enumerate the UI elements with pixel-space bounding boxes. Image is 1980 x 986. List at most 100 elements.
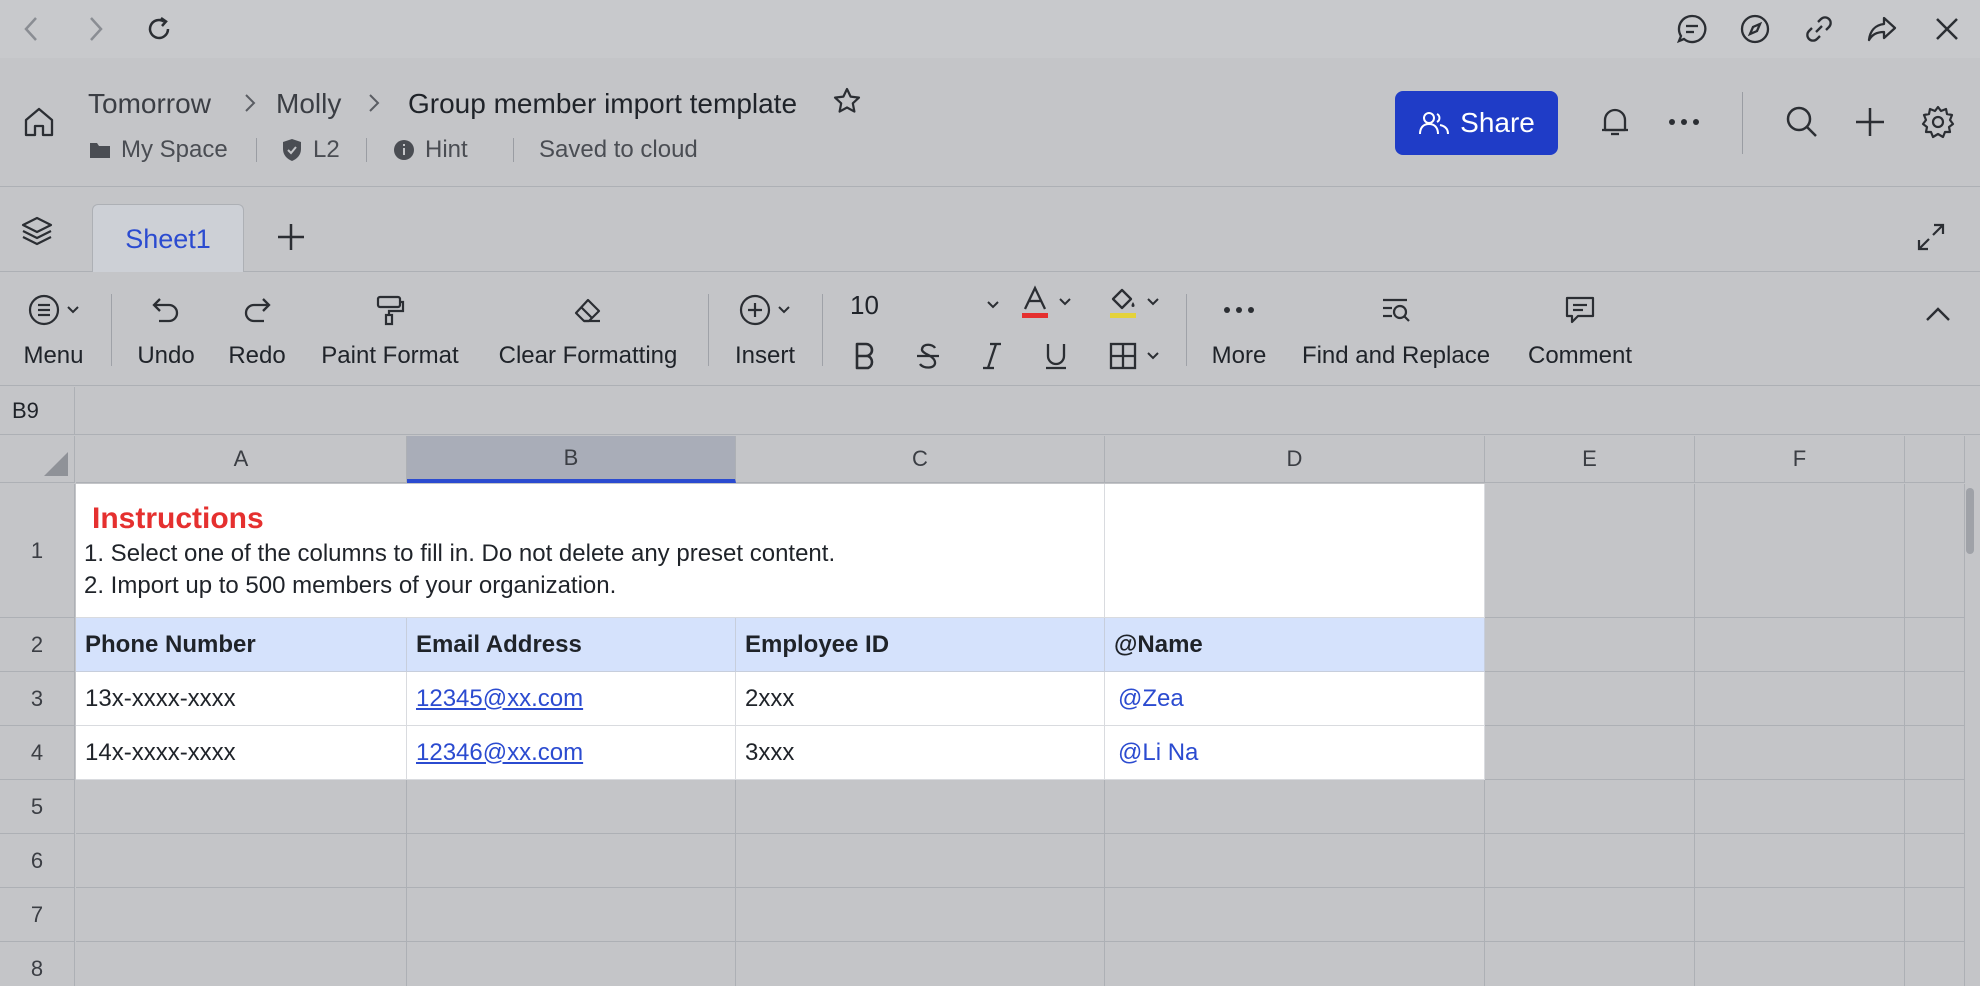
- cell-d5[interactable]: [1105, 780, 1485, 834]
- search-button[interactable]: [1782, 102, 1822, 142]
- cell-reference[interactable]: B9: [0, 387, 75, 434]
- fill-color-button[interactable]: [1100, 282, 1168, 322]
- text-color-button[interactable]: [1014, 282, 1078, 322]
- cell-g7[interactable]: [1905, 888, 1965, 942]
- row-header-5[interactable]: 5: [0, 780, 75, 834]
- location-my-space[interactable]: My Space: [89, 136, 228, 164]
- cell-a7[interactable]: [76, 888, 407, 942]
- cell-b6[interactable]: [407, 834, 736, 888]
- cell-f5[interactable]: [1695, 780, 1905, 834]
- font-size-select[interactable]: 10: [850, 286, 1000, 324]
- cell-e6[interactable]: [1485, 834, 1695, 888]
- row-header-4[interactable]: 4: [0, 726, 75, 780]
- cell-email[interactable]: 12345@xx.com: [407, 672, 736, 726]
- header-employee-id[interactable]: Employee ID: [736, 618, 1105, 672]
- vertical-scrollbar[interactable]: [1966, 488, 1974, 554]
- cell-e2[interactable]: [1485, 618, 1695, 672]
- share-button[interactable]: Share: [1395, 91, 1558, 155]
- cell-f6[interactable]: [1695, 834, 1905, 888]
- comment-button[interactable]: Comment: [1520, 272, 1640, 386]
- cell-g3[interactable]: [1905, 672, 1965, 726]
- borders-button[interactable]: [1100, 336, 1168, 376]
- column-header-e[interactable]: E: [1485, 436, 1695, 483]
- new-button[interactable]: [1850, 102, 1890, 142]
- cell-f2[interactable]: [1695, 618, 1905, 672]
- more-options-button[interactable]: [1664, 102, 1704, 142]
- underline-button[interactable]: [1036, 336, 1076, 376]
- email-link[interactable]: 12345@xx.com: [416, 685, 583, 713]
- forward-button[interactable]: [76, 10, 114, 48]
- copy-link-button[interactable]: [1800, 10, 1838, 48]
- favorite-button[interactable]: [828, 82, 866, 120]
- cell-b7[interactable]: [407, 888, 736, 942]
- hint-info[interactable]: Hint: [393, 136, 468, 164]
- explore-button[interactable]: [1736, 10, 1774, 48]
- collapse-toolbar-button[interactable]: [1920, 296, 1956, 332]
- find-replace-button[interactable]: Find and Replace: [1296, 272, 1496, 386]
- insert-button[interactable]: Insert: [725, 272, 805, 386]
- document-title[interactable]: Group member import template: [408, 88, 797, 120]
- cell-g2[interactable]: [1905, 618, 1965, 672]
- header-name[interactable]: @Name: [1105, 618, 1485, 672]
- security-level[interactable]: L2: [281, 136, 340, 164]
- redo-button[interactable]: Redo: [220, 272, 294, 386]
- cell-f1[interactable]: [1695, 484, 1905, 618]
- column-header-c[interactable]: C: [736, 436, 1105, 483]
- row-header-7[interactable]: 7: [0, 888, 75, 942]
- bold-button[interactable]: [845, 336, 885, 376]
- select-all-corner[interactable]: [0, 436, 75, 483]
- cell-phone[interactable]: 13x-xxxx-xxxx: [76, 672, 407, 726]
- cell-name[interactable]: @Zea: [1105, 672, 1485, 726]
- breadcrumb-item-tomorrow[interactable]: Tomorrow: [88, 88, 211, 120]
- cell-c6[interactable]: [736, 834, 1105, 888]
- paint-format-button[interactable]: Paint Format: [315, 272, 465, 386]
- fullscreen-button[interactable]: [1912, 218, 1950, 256]
- strikethrough-button[interactable]: [908, 336, 948, 376]
- cell-g8[interactable]: [1905, 942, 1965, 986]
- tab-sheet1[interactable]: Sheet1: [92, 204, 244, 273]
- cell-d1[interactable]: [1105, 484, 1485, 618]
- cell-e3[interactable]: [1485, 672, 1695, 726]
- close-button[interactable]: [1928, 10, 1966, 48]
- mention-user[interactable]: @Li Na: [1118, 739, 1198, 767]
- cell-name[interactable]: @Li Na: [1105, 726, 1485, 780]
- cell-g5[interactable]: [1905, 780, 1965, 834]
- cell-e8[interactable]: [1485, 942, 1695, 986]
- column-header-f[interactable]: F: [1695, 436, 1905, 483]
- cell-d7[interactable]: [1105, 888, 1485, 942]
- email-link[interactable]: 12346@xx.com: [416, 739, 583, 767]
- cell-c7[interactable]: [736, 888, 1105, 942]
- column-header-a[interactable]: A: [76, 436, 407, 483]
- cell-e5[interactable]: [1485, 780, 1695, 834]
- italic-button[interactable]: [972, 336, 1012, 376]
- instructions-cell[interactable]: Instructions 1. Select one of the column…: [76, 484, 1105, 618]
- cell-f7[interactable]: [1695, 888, 1905, 942]
- add-sheet-button[interactable]: [272, 218, 310, 256]
- cell-d8[interactable]: [1105, 942, 1485, 986]
- breadcrumb-item-molly[interactable]: Molly: [276, 88, 341, 120]
- mention-user[interactable]: @Zea: [1118, 685, 1184, 713]
- cell-phone[interactable]: 14x-xxxx-xxxx: [76, 726, 407, 780]
- row-header-6[interactable]: 6: [0, 834, 75, 888]
- menu-button[interactable]: Menu: [16, 272, 91, 386]
- reload-button[interactable]: [140, 10, 178, 48]
- cell-e7[interactable]: [1485, 888, 1695, 942]
- chat-button[interactable]: [1673, 10, 1711, 48]
- cell-c8[interactable]: [736, 942, 1105, 986]
- cell-b8[interactable]: [407, 942, 736, 986]
- cell-a8[interactable]: [76, 942, 407, 986]
- cell-f4[interactable]: [1695, 726, 1905, 780]
- settings-button[interactable]: [1918, 102, 1958, 142]
- cell-e4[interactable]: [1485, 726, 1695, 780]
- more-button[interactable]: More: [1200, 272, 1278, 386]
- cell-f3[interactable]: [1695, 672, 1905, 726]
- cell-employee-id[interactable]: 3xxx: [736, 726, 1105, 780]
- row-header-2[interactable]: 2: [0, 618, 75, 672]
- forward-share-button[interactable]: [1863, 10, 1901, 48]
- column-header-blank[interactable]: [1905, 436, 1965, 483]
- cell-d6[interactable]: [1105, 834, 1485, 888]
- notifications-button[interactable]: [1595, 102, 1635, 142]
- cell-e1[interactable]: [1485, 484, 1695, 618]
- cell-a5[interactable]: [76, 780, 407, 834]
- clear-formatting-button[interactable]: Clear Formatting: [490, 272, 686, 386]
